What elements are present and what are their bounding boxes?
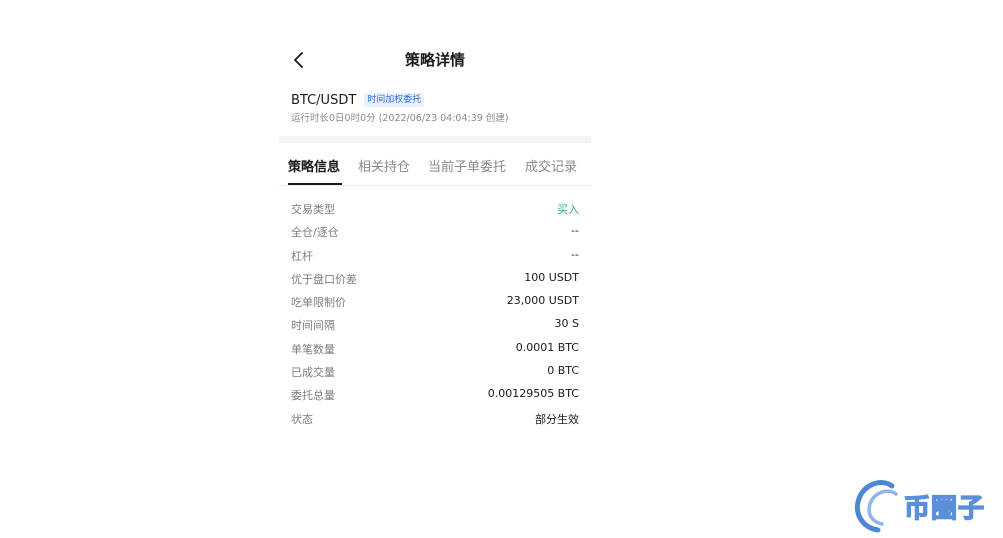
detail-label: 杠杆 — [291, 249, 313, 263]
detail-value: 0.0001 BTC — [515, 340, 579, 354]
detail-row-filled: 已成交量 0 BTC — [291, 359, 579, 382]
detail-label: 委托总量 — [291, 389, 335, 403]
detail-value: 部分生效 — [535, 412, 579, 426]
detail-label: 状态 — [291, 412, 313, 426]
watermark: 币圈子 — [852, 474, 1002, 534]
tab-current-child-orders[interactable]: 当前子单委托 — [428, 156, 506, 175]
section-divider — [279, 136, 591, 143]
tab-related-positions[interactable]: 相关持仓 — [358, 156, 410, 175]
detail-row-taker-limit: 吃单限制价 23,000 USDT — [291, 289, 579, 312]
tab-trade-history[interactable]: 成交记录 — [525, 156, 577, 175]
header: 策略详情 — [279, 44, 591, 76]
watermark-text: 币圈子 — [903, 493, 986, 524]
strategy-type-badge: 时间加权委托 — [364, 93, 425, 107]
detail-value: 0.00129505 BTC — [487, 387, 579, 401]
detail-label: 时间间隔 — [291, 319, 335, 333]
detail-row-margin-mode: 全仓/逐仓 -- — [291, 219, 579, 242]
detail-label: 已成交量 — [291, 366, 335, 380]
detail-row-price-spread: 优于盘口价差 100 USDT — [291, 266, 579, 289]
strategy-summary: BTC/USDT 时间加权委托 — [291, 90, 425, 110]
detail-label: 优于盘口价差 — [291, 272, 357, 286]
detail-value: 100 USDT — [524, 270, 579, 284]
detail-value: -- — [571, 247, 579, 261]
detail-row-single-amount: 单笔数量 0.0001 BTC — [291, 336, 579, 359]
details-list: 交易类型 买入 全仓/逐仓 -- 杠杆 -- 优于盘口价差 100 USDT 吃… — [291, 196, 579, 429]
watermark-logo-icon — [854, 480, 898, 533]
detail-value: -- — [571, 224, 579, 238]
detail-value: 30 S — [554, 317, 579, 331]
trading-pair: BTC/USDT — [291, 92, 357, 108]
detail-label: 交易类型 — [291, 203, 335, 216]
detail-row-status: 状态 部分生效 — [291, 406, 579, 429]
detail-row-leverage: 杠杆 -- — [291, 243, 579, 266]
detail-label: 单笔数量 — [291, 342, 335, 356]
active-tab-indicator — [288, 183, 342, 185]
runtime-info: 运行时长0日0时0分 (2022/06/23 04:04:39 创建) — [291, 113, 509, 124]
tab-bar: 策略信息 相关持仓 当前子单委托 成交记录 — [279, 143, 591, 186]
strategy-detail-panel: 策略详情 BTC/USDT 时间加权委托 运行时长0日0时0分 (2022/06… — [279, 0, 591, 534]
detail-label: 全仓/逐仓 — [291, 226, 339, 240]
detail-row-trade-type: 交易类型 买入 — [291, 196, 579, 219]
detail-row-total: 委托总量 0.00129505 BTC — [291, 382, 579, 405]
page-title: 策略详情 — [404, 51, 465, 69]
tab-strategy-info[interactable]: 策略信息 — [288, 156, 340, 175]
detail-value: 23,000 USDT — [506, 294, 579, 308]
detail-value: 买入 — [557, 203, 579, 216]
detail-label: 吃单限制价 — [291, 296, 346, 310]
detail-value: 0 BTC — [547, 364, 579, 378]
detail-row-interval: 时间间隔 30 S — [291, 312, 579, 335]
